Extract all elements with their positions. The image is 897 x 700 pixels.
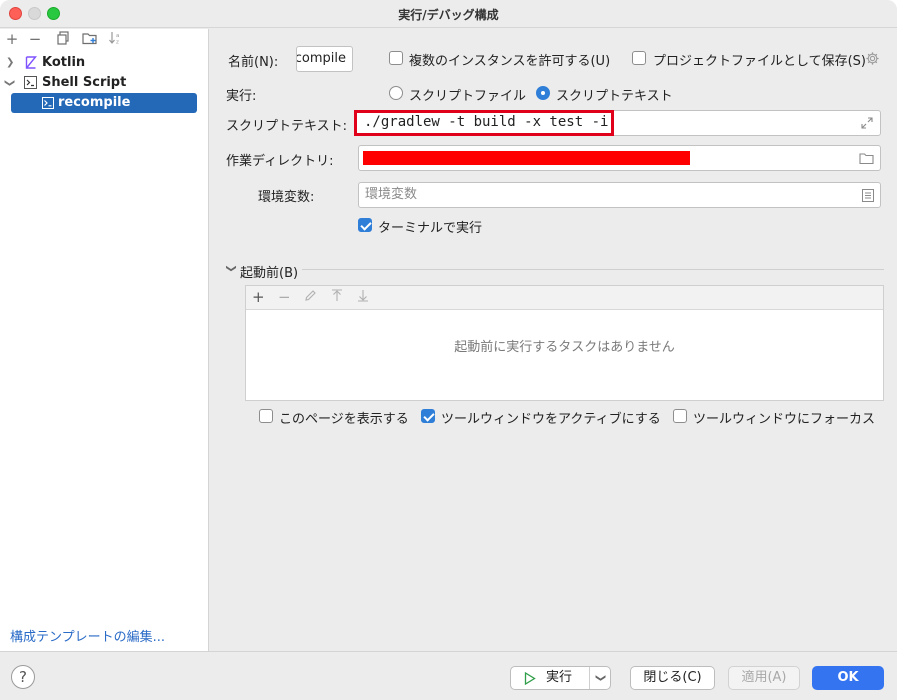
remove-icon: − xyxy=(278,288,291,306)
tree-item-label: Kotlin xyxy=(42,55,86,70)
run-in-terminal-checkbox[interactable] xyxy=(358,218,372,232)
remove-icon[interactable]: − xyxy=(27,31,43,47)
ok-button[interactable]: OK xyxy=(812,666,884,690)
apply-button[interactable]: 適用(A) xyxy=(728,666,800,690)
move-down-icon xyxy=(357,289,369,305)
sidebar-toolbar: + − az xyxy=(0,29,209,51)
terminal-icon xyxy=(42,97,54,113)
show-page-label: このページを表示する xyxy=(279,412,409,427)
environment-variables-label: 環境変数: xyxy=(258,190,315,205)
sort-icon[interactable]: az xyxy=(108,31,124,47)
chevron-down-icon[interactable]: ❯ xyxy=(0,79,19,87)
chevron-right-icon[interactable]: ❯ xyxy=(6,53,14,73)
name-label: 名前(N): xyxy=(228,55,279,70)
run-button[interactable]: 実行 ❯ xyxy=(510,666,611,690)
environment-variables-placeholder: 環境変数 xyxy=(365,187,418,202)
copy-icon[interactable] xyxy=(55,31,71,47)
gear-icon[interactable] xyxy=(865,51,880,70)
window-title: 実行/デバッグ構成 xyxy=(398,8,499,22)
store-as-project-file-checkbox[interactable] xyxy=(632,51,646,65)
script-text-highlight: ./gradlew -t build -x test -i xyxy=(354,110,614,136)
tree-item-kotlin[interactable]: ❯ Kotlin xyxy=(0,53,209,73)
edit-icon xyxy=(304,289,317,305)
run-debug-configurations-window: 実行/デバッグ構成 + − az ❯ Kotlin ❯ Shell Script… xyxy=(0,0,897,700)
run-icon xyxy=(524,671,536,693)
section-divider xyxy=(302,269,884,270)
new-folder-icon[interactable] xyxy=(82,31,98,47)
chevron-down-icon[interactable]: ❯ xyxy=(589,674,611,682)
script-text-value: ./gradlew -t build -x test -i xyxy=(364,114,609,130)
name-field-value: compile xyxy=(296,51,346,66)
title-bar: 実行/デバッグ構成 xyxy=(0,0,897,28)
store-as-project-file-label: プロジェクトファイルとして保存(S) xyxy=(653,54,867,69)
list-edit-icon[interactable] xyxy=(862,183,874,207)
folder-icon[interactable] xyxy=(859,146,874,170)
allow-multiple-instances-label: 複数のインスタンスを許可する(U) xyxy=(409,54,611,69)
script-text-radio-label: スクリプトテキスト xyxy=(556,89,673,104)
edit-configuration-templates-link[interactable]: 構成テンプレートの編集... xyxy=(10,626,165,645)
run-in-terminal-label: ターミナルで実行 xyxy=(378,221,483,236)
script-text-label: スクリプトテキスト: xyxy=(226,119,347,134)
expand-icon[interactable] xyxy=(860,111,874,135)
svg-text:a: a xyxy=(116,33,119,39)
tree-item-label: recompile xyxy=(58,95,131,110)
empty-tasks-message: 起動前に実行するタスクはありません xyxy=(454,340,675,355)
focus-tool-window-checkbox[interactable] xyxy=(673,409,687,423)
script-file-radio-label: スクリプトファイル xyxy=(409,89,527,104)
focus-tool-window-label: ツールウィンドウにフォーカス xyxy=(693,412,876,427)
before-launch-section-title[interactable]: 起動前(B) xyxy=(240,262,298,281)
working-directory-label: 作業ディレクトリ: xyxy=(226,154,334,169)
before-launch-toolbar: + − xyxy=(246,286,883,310)
chevron-down-icon[interactable]: ❯ xyxy=(226,264,237,272)
tree-item-shell-script[interactable]: ❯ Shell Script xyxy=(0,73,209,93)
execute-label: 実行: xyxy=(226,89,257,104)
configurations-sidebar: + − az ❯ Kotlin ❯ Shell Script recompile… xyxy=(0,29,209,651)
svg-text:z: z xyxy=(116,40,119,46)
name-field[interactable]: compile xyxy=(296,46,353,72)
activate-tool-window-label: ツールウィンドウをアクティブにする xyxy=(441,412,661,427)
script-file-radio[interactable] xyxy=(389,86,403,100)
before-launch-tasks-list: + − 起動前に実行するタスクはありません xyxy=(245,285,884,401)
close-button[interactable]: 閉じる(C) xyxy=(630,666,715,690)
add-icon[interactable]: + xyxy=(252,289,265,305)
activate-tool-window-checkbox[interactable] xyxy=(421,409,435,423)
configuration-form: 名前(N): compile 複数のインスタンスを許可する(U) プロジェクトフ… xyxy=(210,29,897,651)
run-button-label: 実行 xyxy=(546,670,573,685)
script-text-radio[interactable] xyxy=(536,86,550,100)
add-icon[interactable]: + xyxy=(4,31,20,47)
environment-variables-field[interactable]: 環境変数 xyxy=(358,182,881,208)
dialog-button-bar: ? 実行 ❯ 閉じる(C) 適用(A) OK xyxy=(0,651,897,700)
tree-item-label: Shell Script xyxy=(42,75,127,90)
help-button[interactable]: ? xyxy=(11,665,35,689)
show-page-checkbox[interactable] xyxy=(259,409,273,423)
move-up-icon xyxy=(331,289,343,305)
tree-item-recompile[interactable]: recompile xyxy=(11,93,197,113)
allow-multiple-instances-checkbox[interactable] xyxy=(389,51,403,65)
redaction-bar xyxy=(363,151,690,165)
